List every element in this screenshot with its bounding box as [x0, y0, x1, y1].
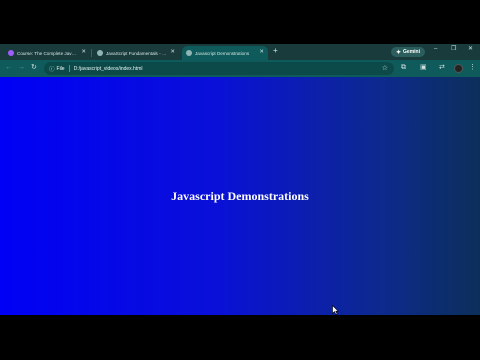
gemini-label: Gemini — [403, 49, 420, 55]
address-divider — [68, 65, 70, 72]
minimize-icon[interactable]: – — [434, 46, 437, 52]
tab-course[interactable]: Course: The Complete JavaScript ✕ — [4, 46, 90, 60]
tab-javascript-demonstrations[interactable]: Javascript Demonstrations ✕ — [182, 46, 268, 60]
close-tab-icon[interactable]: ✕ — [81, 50, 86, 56]
address-bar[interactable]: ⓘ File D:/javascript_videos/index.html ☆ — [44, 62, 394, 75]
back-arrow-icon[interactable]: ← — [5, 64, 12, 71]
close-window-icon[interactable]: ✕ — [468, 46, 473, 52]
url-text[interactable]: D:/javascript_videos/index.html — [74, 66, 143, 72]
page-heading: Javascript Demonstrations — [171, 189, 309, 203]
extensions-icon[interactable]: ⧉ — [401, 64, 406, 71]
tab-strip: Course: The Complete JavaScript ✕ JavaSc… — [0, 44, 480, 60]
gemini-spark-icon: ✦ — [396, 49, 402, 56]
bookmark-star-icon[interactable]: ☆ — [382, 64, 388, 72]
info-icon[interactable]: ⓘ — [49, 65, 55, 73]
profile-avatar[interactable] — [454, 64, 463, 73]
tab-divider — [91, 49, 92, 57]
globe-icon — [186, 50, 192, 56]
translate-icon[interactable]: ⇄ — [439, 64, 445, 71]
reload-icon[interactable]: ↻ — [31, 64, 37, 71]
browser-window: Course: The Complete JavaScript ✕ JavaSc… — [0, 44, 480, 315]
browser-toolbar: ← → ↻ ⓘ File D:/javascript_videos/index.… — [0, 60, 480, 77]
tab-title: JavaScript Fundamentals - Part — [106, 50, 168, 56]
forward-arrow-icon[interactable]: → — [18, 64, 25, 71]
close-tab-icon[interactable]: ✕ — [170, 50, 175, 56]
scheme-label: File — [56, 65, 65, 72]
page-content: Javascript Demonstrations — [0, 77, 480, 315]
course-favicon-icon — [8, 50, 14, 56]
globe-icon — [97, 50, 103, 56]
gemini-button[interactable]: ✦ Gemini — [391, 47, 425, 57]
menu-kebab-icon[interactable]: ⋮ — [469, 64, 476, 71]
close-tab-icon[interactable]: ✕ — [259, 50, 264, 56]
new-tab-button[interactable]: + — [273, 47, 278, 55]
tab-javascript-fundamentals[interactable]: JavaScript Fundamentals - Part ✕ — [93, 46, 179, 60]
tab-title: Course: The Complete JavaScript — [17, 50, 78, 56]
restore-icon[interactable]: ❐ — [451, 46, 456, 52]
mouse-cursor-icon — [332, 305, 339, 315]
tab-search-icon[interactable]: ▣ — [420, 64, 427, 71]
tab-title: Javascript Demonstrations — [195, 50, 250, 56]
